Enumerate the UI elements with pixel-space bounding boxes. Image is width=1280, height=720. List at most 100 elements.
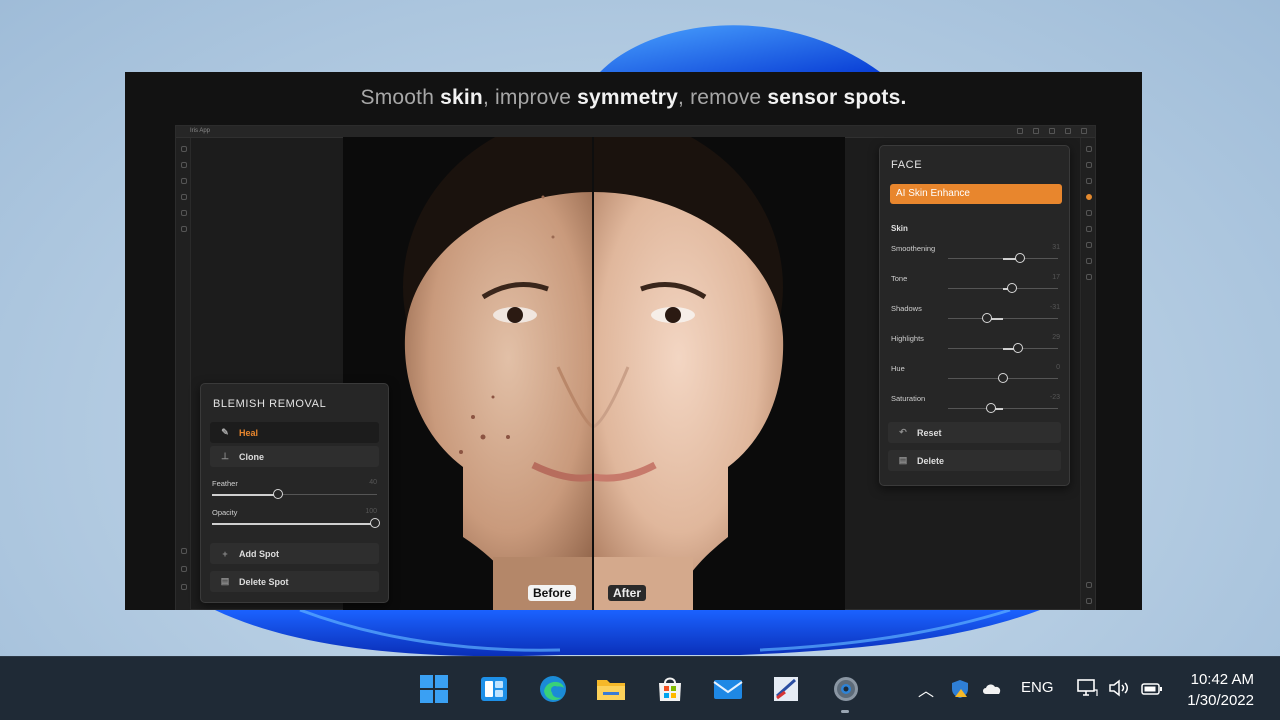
clone-label: Clone: [239, 451, 265, 462]
opacity-value: 100: [365, 508, 377, 515]
language-indicator[interactable]: ENG: [1021, 679, 1054, 696]
reset-button[interactable]: ↶ Reset: [888, 422, 1061, 443]
face-tool-icon[interactable]: [1086, 194, 1092, 200]
help-icon[interactable]: [181, 584, 187, 590]
redo-icon[interactable]: [1033, 128, 1039, 134]
before-after-photo[interactable]: Before After: [343, 137, 845, 610]
delete-label: Delete: [917, 455, 945, 466]
feather-fill: [212, 493, 278, 496]
panel-title: FACE: [891, 159, 923, 171]
compare-icon[interactable]: [1049, 128, 1055, 134]
widgets-icon[interactable]: [476, 671, 512, 707]
heal-tool-button[interactable]: ✎ Heal: [210, 422, 379, 443]
reset-label: Reset: [917, 427, 942, 438]
stamp-icon: ⊥: [221, 451, 229, 461]
before-label: Before: [528, 585, 577, 601]
tool-icon[interactable]: [1086, 178, 1092, 184]
tool-icon[interactable]: [1086, 242, 1092, 248]
skin-slider-track: [948, 408, 1058, 409]
skin-slider-knob[interactable]: [1006, 283, 1017, 293]
skin-slider-knob[interactable]: [981, 313, 992, 323]
skin-slider-value: 17: [1052, 274, 1060, 281]
trash-icon: ▤: [898, 455, 908, 465]
tool-icon[interactable]: [1086, 274, 1092, 280]
skin-slider-label: Saturation: [891, 394, 926, 403]
skin-slider-value: 29: [1052, 334, 1060, 341]
info-icon[interactable]: [181, 566, 187, 572]
panel-title: BLEMISH REMOVAL: [213, 398, 327, 410]
security-icon[interactable]: [950, 679, 970, 704]
skin-slider-knob[interactable]: [1014, 253, 1025, 263]
blemish-removal-panel: BLEMISH REMOVAL ✎ Heal ⊥ Clone Feather 4…: [200, 383, 389, 603]
file-explorer-icon[interactable]: [593, 671, 629, 707]
fullscreen-icon[interactable]: [1081, 128, 1087, 134]
mail-icon[interactable]: [710, 671, 746, 707]
volume-icon[interactable]: [1108, 679, 1130, 702]
tool-icon[interactable]: [1086, 226, 1092, 232]
skin-slider-value: -31: [1049, 304, 1060, 311]
eye-icon[interactable]: [181, 548, 187, 554]
left-tool-rail: [176, 138, 191, 610]
more-icon[interactable]: [1086, 598, 1092, 604]
tool-icon[interactable]: [1086, 146, 1092, 152]
store-icon[interactable]: [652, 671, 688, 707]
taskbar: ︿ ENG 10:42 AM 1/30/2022: [0, 656, 1280, 720]
skin-slider-label: Highlights: [891, 334, 924, 343]
opacity-slider[interactable]: [370, 518, 380, 528]
ai-skin-enhance-button[interactable]: AI Skin Enhance: [890, 184, 1062, 204]
filters-icon[interactable]: [181, 226, 187, 232]
after-label: After: [608, 585, 647, 601]
skin-slider-label: Hue: [891, 364, 905, 373]
skin-slider-value: -23: [1049, 394, 1060, 401]
time: 10:42 AM: [1190, 671, 1254, 688]
trash-icon: ▤: [220, 576, 230, 586]
skin-slider-knob[interactable]: [1013, 343, 1024, 353]
delete-spot-button[interactable]: ▤ Delete Spot: [210, 571, 379, 592]
paint-icon[interactable]: [768, 671, 804, 707]
tool-icon[interactable]: [1086, 258, 1092, 264]
add-spot-label: Add Spot: [239, 548, 279, 559]
delete-button[interactable]: ▤ Delete: [888, 450, 1061, 471]
undo-icon[interactable]: [1017, 128, 1023, 134]
skin-slider-label: Shadows: [891, 304, 922, 313]
start-icon[interactable]: [416, 671, 452, 707]
promo-video-frame: Smooth skin, improve symmetry, remove se…: [125, 72, 1142, 610]
home-icon[interactable]: [181, 146, 187, 152]
undo-icon: ↶: [899, 427, 907, 437]
skin-slider-knob[interactable]: [998, 373, 1008, 383]
app-name: Iris App: [190, 128, 211, 134]
skin-slider-label: Tone: [891, 274, 908, 283]
titlebar-controls: [1017, 128, 1087, 134]
feather-value: 40: [369, 479, 377, 486]
export-icon[interactable]: [1065, 128, 1071, 134]
edge-icon[interactable]: [535, 671, 571, 707]
layers-icon[interactable]: [181, 194, 187, 200]
compare-divider[interactable]: [592, 137, 594, 610]
tool-icon[interactable]: [1086, 162, 1092, 168]
onedrive-icon[interactable]: [981, 681, 1003, 700]
skin-slider-value: 31: [1052, 244, 1060, 251]
portrait-image: [343, 137, 845, 610]
date: 1/30/2022: [1187, 692, 1254, 709]
chevron-up-icon[interactable]: ︿: [918, 677, 934, 701]
active-app-indicator: [841, 710, 849, 713]
skin-slider-value: 0: [1056, 364, 1060, 371]
network-icon[interactable]: [1076, 678, 1098, 703]
adjust-icon[interactable]: [181, 210, 187, 216]
brush-icon: ✎: [221, 427, 229, 437]
skin-section-label: Skin: [891, 224, 908, 233]
feather-label: Feather: [212, 479, 238, 488]
add-spot-button[interactable]: + Add Spot: [210, 543, 379, 564]
settings-icon[interactable]: [1086, 582, 1092, 588]
library-icon[interactable]: [181, 162, 187, 168]
settings-icon[interactable]: [828, 671, 864, 707]
clone-tool-button[interactable]: ⊥ Clone: [210, 446, 379, 467]
brush-tool-icon[interactable]: [1086, 210, 1092, 216]
heal-label: Heal: [239, 427, 259, 438]
crop-icon[interactable]: [181, 178, 187, 184]
battery-icon[interactable]: [1141, 682, 1163, 700]
skin-slider-knob[interactable]: [985, 403, 996, 413]
clock[interactable]: 10:42 AM 1/30/2022: [1187, 669, 1254, 711]
face-panel: FACE AI Skin Enhance Skin Smoothening 31 T…: [879, 145, 1070, 486]
feather-slider[interactable]: [273, 489, 283, 499]
